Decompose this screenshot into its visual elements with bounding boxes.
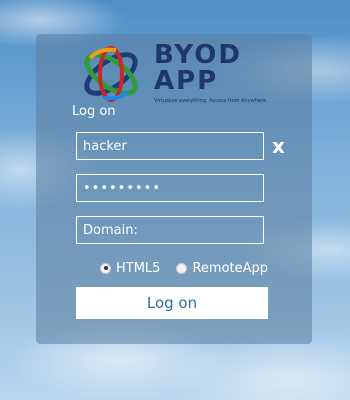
remoteapp-radio[interactable] (176, 262, 188, 274)
logo-word-app: APP (154, 66, 219, 96)
remoteapp-radio-label[interactable]: RemoteApp (192, 261, 268, 276)
password-input[interactable] (76, 174, 264, 202)
access-mode-group: HTML5 RemoteApp (100, 259, 284, 277)
html5-radio[interactable] (100, 262, 111, 274)
logo-tagline: Virtualize everything. Access from Anywh… (154, 98, 267, 104)
domain-input[interactable] (76, 216, 264, 244)
form-title: Log on (72, 104, 116, 119)
logo-mark-icon (84, 46, 138, 102)
html5-radio-label[interactable]: HTML5 (116, 261, 160, 276)
username-input[interactable] (76, 132, 264, 160)
clear-username-icon[interactable]: x (272, 136, 290, 156)
log-on-button[interactable]: Log on (76, 287, 268, 319)
logo-word-byod: BYOD (154, 40, 242, 70)
byod-app-logo: BYOD APP Virtualize everything. Access f… (78, 40, 278, 108)
